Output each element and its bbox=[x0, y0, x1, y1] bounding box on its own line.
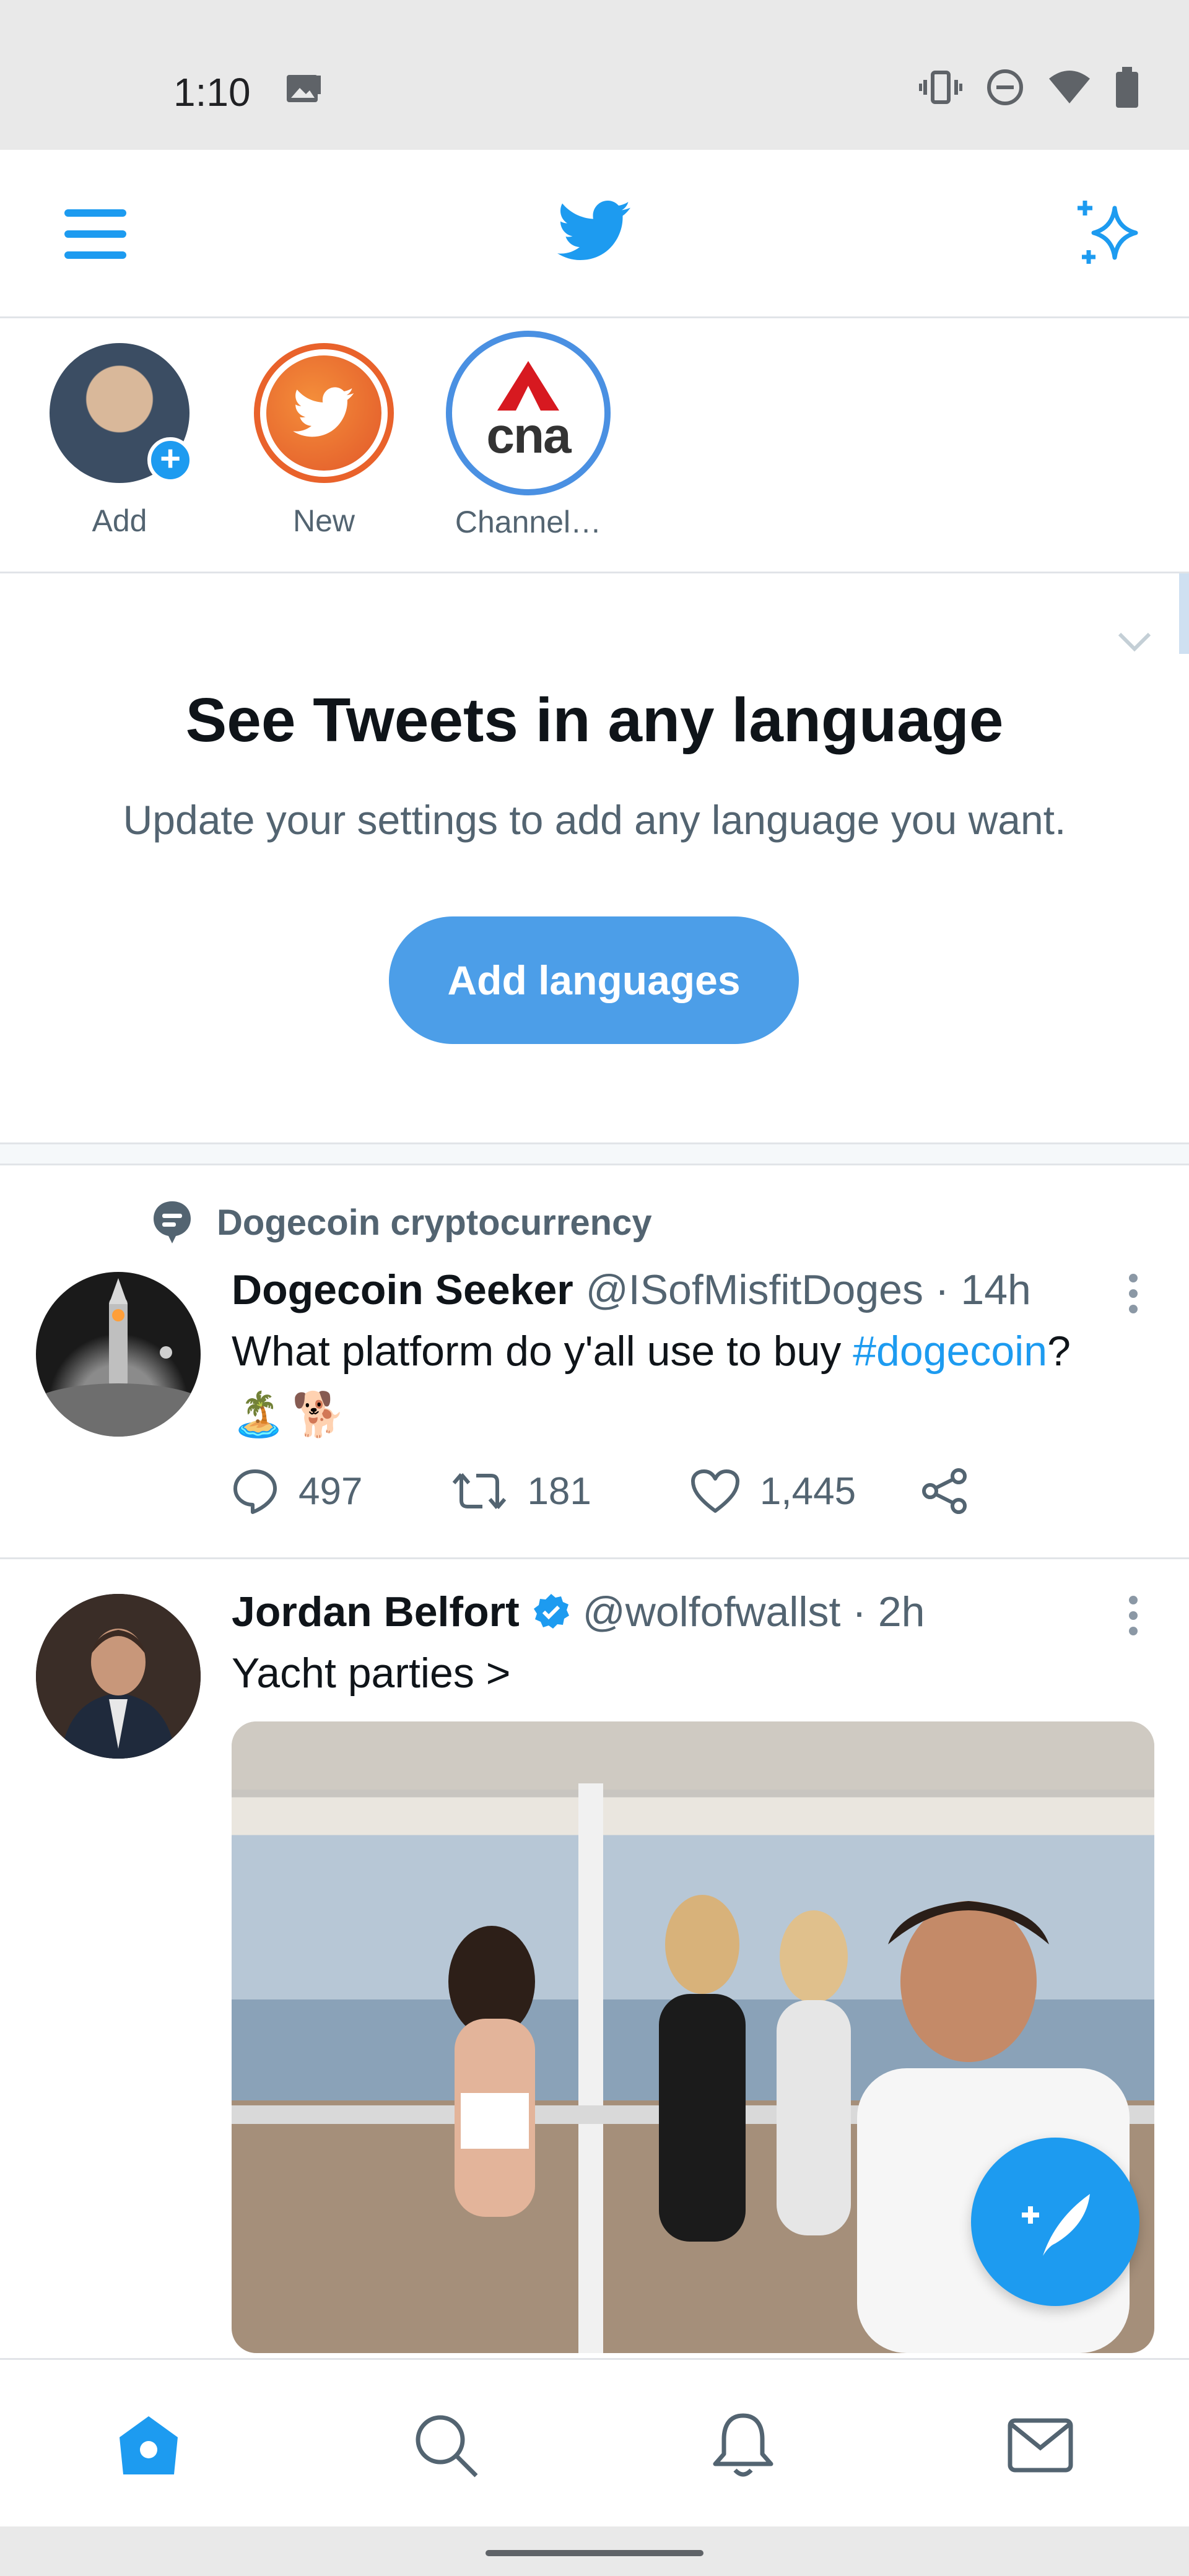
more-options-icon[interactable] bbox=[1127, 1272, 1139, 1315]
chevron-down-icon[interactable] bbox=[1116, 629, 1153, 654]
twitter-bird-icon bbox=[293, 387, 354, 437]
fleet-new[interactable]: New bbox=[240, 343, 407, 539]
gesture-navigation-bar bbox=[0, 2526, 1189, 2576]
island-emoji: 🏝️ bbox=[232, 1390, 286, 1438]
nav-home[interactable] bbox=[111, 2408, 186, 2482]
share-icon bbox=[922, 1468, 967, 1514]
add-languages-button[interactable]: Add languages bbox=[389, 916, 799, 1044]
tweet-header: Jordan Belfort @wolfofwallst · 2h bbox=[232, 1588, 925, 1636]
tweet-text: What platform do y'all use to buy #dogec… bbox=[232, 1321, 1161, 1444]
twitter-bird-icon[interactable] bbox=[557, 201, 632, 263]
search-icon bbox=[416, 2415, 478, 2478]
nav-search[interactable] bbox=[409, 2408, 483, 2482]
bottom-navigation bbox=[0, 2358, 1189, 2526]
fleet-channel[interactable]: cna Channel… bbox=[445, 331, 612, 540]
fleet-label: Add bbox=[92, 503, 147, 538]
fleet-label: New bbox=[292, 503, 355, 538]
tweet-text-part: What platform do y'all use to buy bbox=[232, 1328, 853, 1375]
nav-messages[interactable] bbox=[1003, 2408, 1078, 2482]
retweet-button[interactable]: 181 bbox=[451, 1469, 591, 1513]
avatar[interactable] bbox=[36, 1272, 201, 1437]
add-badge-icon: + bbox=[147, 437, 193, 483]
status-time: 1:10 bbox=[173, 70, 251, 115]
heart-icon bbox=[690, 1469, 739, 1513]
menu-icon[interactable] bbox=[62, 203, 130, 265]
tweet-text: Yacht parties > bbox=[232, 1650, 511, 1697]
fleet-label: Channel… bbox=[455, 505, 602, 539]
fleet-channel-avatar: cna bbox=[446, 331, 611, 495]
battery-icon bbox=[1116, 67, 1138, 108]
verified-badge-icon bbox=[533, 1594, 569, 1629]
tweet-actions: 497 181 1,445 bbox=[232, 1468, 970, 1515]
language-card-title: See Tweets in any language bbox=[185, 685, 1004, 755]
status-icons bbox=[919, 67, 1139, 108]
retweet-count: 181 bbox=[527, 1469, 591, 1513]
fleets-row: + Add New cna Channel… bbox=[0, 318, 1189, 573]
avatar[interactable] bbox=[36, 1594, 201, 1759]
language-card-subtitle: Update your settings to add any language… bbox=[123, 797, 1066, 843]
cna-logo-icon bbox=[497, 361, 559, 411]
home-icon bbox=[120, 2416, 178, 2474]
author-handle[interactable]: @ISofMisfitDoges · 14h bbox=[586, 1266, 1031, 1314]
do-not-disturb-icon bbox=[987, 69, 1023, 105]
topic-label[interactable]: Dogecoin cryptocurrency bbox=[217, 1202, 652, 1243]
author-name[interactable]: Dogecoin Seeker bbox=[232, 1266, 573, 1314]
hashtag-link[interactable]: #dogecoin bbox=[853, 1328, 1047, 1375]
reply-count: 497 bbox=[298, 1469, 363, 1513]
rocket-avatar-image bbox=[36, 1278, 201, 1437]
topic-context: Dogecoin cryptocurrency bbox=[152, 1200, 652, 1245]
language-prompt-card: See Tweets in any language Update your s… bbox=[0, 573, 1189, 1144]
vibrate-icon bbox=[919, 71, 962, 104]
gesture-handle[interactable] bbox=[486, 2550, 703, 2556]
compose-tweet-button[interactable] bbox=[971, 2138, 1139, 2306]
status-bar: 1:10 bbox=[0, 0, 1189, 150]
like-count: 1,445 bbox=[759, 1469, 856, 1513]
share-button[interactable] bbox=[920, 1468, 970, 1515]
reply-button[interactable]: 497 bbox=[232, 1468, 362, 1515]
tweet[interactable]: Dogecoin cryptocurrency Dogecoin Seeker … bbox=[0, 1165, 1189, 1559]
topic-icon bbox=[154, 1201, 191, 1243]
more-options-icon[interactable] bbox=[1127, 1594, 1139, 1637]
avatar-image bbox=[36, 1594, 201, 1759]
compose-feather-icon bbox=[1022, 2194, 1090, 2256]
retweet-icon bbox=[453, 1473, 507, 1509]
avatar: + bbox=[50, 343, 193, 483]
tweet-header: Dogecoin Seeker @ISofMisfitDoges · 14h bbox=[232, 1266, 1031, 1314]
tweet-text-part: ? bbox=[1047, 1328, 1071, 1375]
emoji-row: 🏝️ 🐕 bbox=[232, 1385, 1161, 1444]
wifi-icon bbox=[1049, 71, 1090, 103]
dog-emoji: 🐕 bbox=[292, 1390, 346, 1438]
sparkle-icon[interactable] bbox=[1071, 196, 1148, 270]
reply-icon bbox=[233, 1469, 277, 1514]
scrollbar[interactable] bbox=[1179, 573, 1189, 654]
image-notification-icon bbox=[287, 75, 321, 102]
nav-notifications[interactable] bbox=[706, 2408, 780, 2482]
author-handle[interactable]: @wolfofwallst · 2h bbox=[583, 1588, 925, 1636]
notifications-icon bbox=[713, 2413, 773, 2477]
like-button[interactable]: 1,445 bbox=[690, 1469, 856, 1513]
app-header bbox=[0, 150, 1189, 318]
messages-icon bbox=[1008, 2418, 1073, 2473]
fleet-new-avatar bbox=[254, 343, 394, 483]
fleet-add[interactable]: + Add bbox=[36, 343, 203, 539]
cna-logo-text: cna bbox=[486, 407, 571, 464]
author-name[interactable]: Jordan Belfort bbox=[232, 1588, 520, 1636]
divider bbox=[0, 1144, 1189, 1165]
